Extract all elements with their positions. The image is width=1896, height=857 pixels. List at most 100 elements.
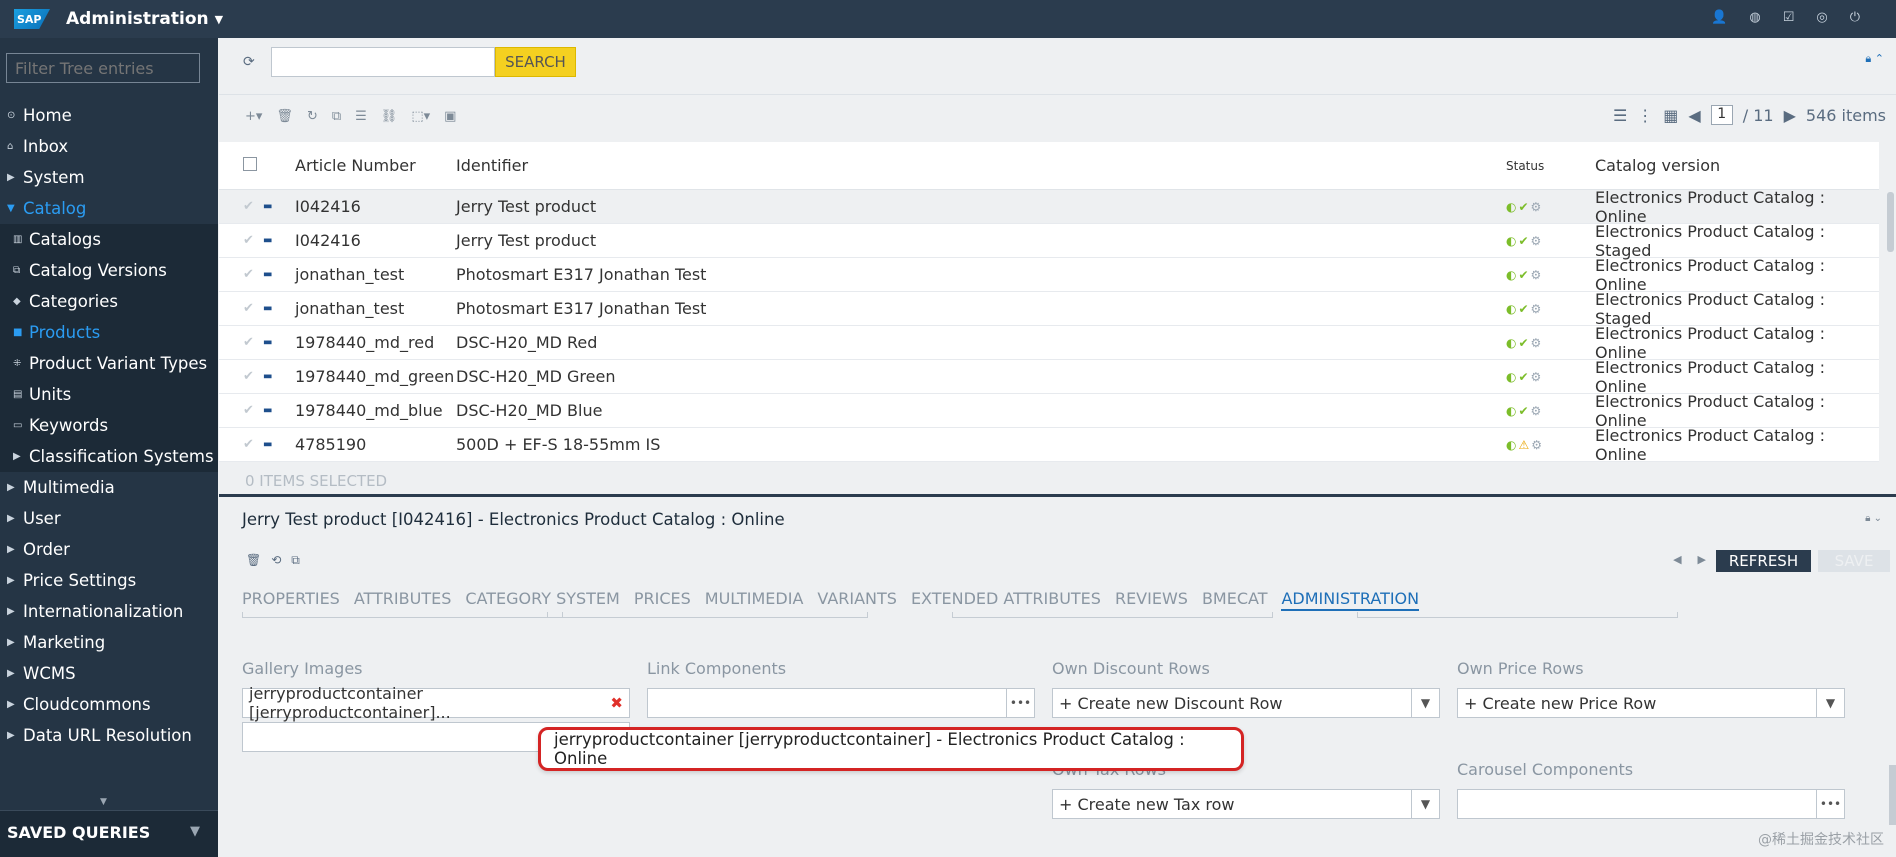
export-icon[interactable]: ⬚▾ [411,109,430,124]
table-row[interactable]: ✔ ▬ 4785190 500D + EF-S 18-55mm IS ◐⚠⚙ Electr… [219,426,1879,464]
chevron-down-icon[interactable]: ▼ [215,13,223,26]
sidebar-item-data-url-resolution[interactable]: ▶ Data URL Resolution [0,720,218,751]
sidebar-item-internationalization[interactable]: ▶ Internationalization [0,596,218,627]
tab-administration[interactable]: ADMINISTRATION [1281,589,1420,611]
sidebar-item-cloudcommons[interactable]: ▶ Cloudcommons [0,689,218,720]
column-status[interactable]: Status [1506,159,1595,173]
save-button[interactable]: SAVE [1818,550,1890,572]
row-checkbox[interactable]: ✔ [219,403,263,418]
user-icon[interactable]: 👤 [1711,10,1727,25]
table-row[interactable]: ✔ ▬ jonathan_test Photosmart E317 Jonathan … [219,290,1879,328]
own-discount-rows-select[interactable]: + Create new Discount Row ▼ [1052,688,1440,718]
row-checkbox[interactable]: ✔ [219,437,263,452]
table-row[interactable]: ✔ ▬ 1978440_md_red DSC-H20_MD Red ◐✔⚙ Electro… [219,324,1879,362]
gallery-images-field[interactable]: jerryproductcontainer [jerryproductconta… [242,684,630,722]
add-icon[interactable]: +▾ [245,109,262,124]
delete-icon[interactable]: 🗑︎ [276,109,293,124]
sidebar-item-catalogs[interactable]: ▥ Catalogs [0,224,218,255]
sidebar-item-system[interactable]: ▶ System [0,162,218,193]
sidebar-item-keywords[interactable]: ▭ Keywords [0,410,218,441]
sidebar-item-catalog[interactable]: ▼ Catalog [0,193,218,224]
prev-item-icon[interactable]: ◀ [1673,553,1681,566]
sync-icon[interactable]: ⟲ [271,553,281,568]
sidebar-item-wcms[interactable]: ▶ WCMS [0,658,218,689]
column-identifier[interactable]: Identifier [456,156,1506,175]
filter-icon[interactable]: ▼ [190,824,200,839]
power-icon[interactable]: ⏻ [1850,10,1860,25]
chevron-down-icon[interactable]: ▼ [1411,689,1439,717]
page-number-input[interactable]: 1 [1710,105,1733,125]
chevron-down-icon[interactable]: ▼ [1816,689,1844,717]
own-tax-rows-select[interactable]: + Create new Tax row ▼ [1052,789,1440,819]
edit-list-icon[interactable]: ☰ [355,109,367,124]
sidebar-item-units[interactable]: ▤ Units [0,379,218,410]
list-view-icon[interactable]: ☰ [1613,106,1627,125]
row-checkbox[interactable]: ✔ [219,301,263,316]
sidebar-item-product-variant-types[interactable]: ⁜ Product Variant Types [0,348,218,379]
editor-scrollbar[interactable] [1889,765,1896,825]
sidebar-item-marketing[interactable]: ▶ Marketing [0,627,218,658]
more-icon[interactable]: ••• [1816,790,1844,818]
tab-variants[interactable]: VARIANTS [817,589,897,611]
own-price-rows-select[interactable]: + Create new Price Row ▼ [1457,688,1845,718]
sidebar-item-home[interactable]: ⊙ Home [0,100,218,131]
collapse-icon[interactable]: 🔒︎ ⌃ [1865,52,1884,66]
tab-extended-attributes[interactable]: EXTENDED ATTRIBUTES [911,589,1101,611]
column-article-number[interactable]: Article Number [295,156,456,175]
sidebar-item-categories[interactable]: ◆ Categories [0,286,218,317]
table-row[interactable]: ✔ ▬ 1978440_md_blue DSC-H20_MD Blue ◐✔⚙ Elect… [219,392,1879,430]
tree-filter-input[interactable] [6,53,200,83]
column-catalog-version[interactable]: Catalog version [1595,156,1879,175]
prev-page-icon[interactable]: ◀ [1688,106,1700,125]
row-checkbox[interactable]: ✔ [219,267,263,282]
gallery-image-chip[interactable]: jerryproductcontainer [jerryproductconta… [249,684,629,722]
refresh-icon[interactable]: ↻ [307,109,318,124]
sidebar-item-products[interactable]: ■ Products [0,317,218,348]
table-row[interactable]: ✔ ▬ I042416 Jerry Test product ◐✔⚙ Electronic… [219,222,1879,260]
sidebar-item-order[interactable]: ▶ Order [0,534,218,565]
tab-reviews[interactable]: REVIEWS [1115,589,1188,611]
report-icon[interactable]: ▣ [444,109,456,124]
help-icon[interactable]: ◎ [1816,10,1827,25]
globe-icon[interactable]: ◍ [1749,10,1760,25]
clone-icon[interactable]: ⧉ [291,553,300,568]
next-item-icon[interactable]: ▶ [1698,553,1706,566]
tab-category-system[interactable]: CATEGORY SYSTEM [465,589,619,611]
sidebar-item-classification-systems[interactable]: ▶ Classification Systems [0,441,218,472]
select-all-checkbox[interactable] [243,156,257,171]
table-row[interactable]: ✔ ▬ I042416 Jerry Test product ◐✔⚙ Electronic… [219,188,1879,226]
task-icon[interactable]: ☑ [1783,10,1795,25]
next-page-icon[interactable]: ▶ [1784,106,1796,125]
advanced-search-icon[interactable]: ⟳ [243,54,255,70]
tab-bmecat[interactable]: BMECAT [1202,589,1268,611]
tab-prices[interactable]: PRICES [634,589,691,611]
row-checkbox[interactable]: ✔ [219,233,263,248]
link-icon[interactable]: ⛓︎ [381,109,398,124]
chevron-down-icon[interactable]: ▼ [1411,790,1439,818]
sidebar-item-user[interactable]: ▶ User [0,503,218,534]
resize-handle[interactable]: ▼ [100,797,107,807]
sidebar-item-catalog-versions[interactable]: ⧉ Catalog Versions [0,255,218,286]
app-title[interactable]: Administration [66,9,209,29]
row-checkbox[interactable]: ✔ [219,335,263,350]
row-checkbox[interactable]: ✔ [219,199,263,214]
refresh-button[interactable]: REFRESH [1716,550,1811,572]
table-row[interactable]: ✔ ▬ jonathan_test Photosmart E317 Jonathan … [219,256,1879,294]
carousel-components-field[interactable]: ••• [1457,789,1845,819]
sidebar-item-inbox[interactable]: ⌂ Inbox [0,131,218,162]
table-row[interactable]: ✔ ▬ 1978440_md_green DSC-H20_MD Green ◐✔⚙ Ele… [219,358,1879,396]
link-components-field[interactable]: ••• [647,688,1035,718]
search-button[interactable]: SEARCH [495,47,576,77]
row-checkbox[interactable]: ✔ [219,369,263,384]
sidebar-item-price-settings[interactable]: ▶ Price Settings [0,565,218,596]
tab-attributes[interactable]: ATTRIBUTES [354,589,452,611]
saved-queries-header[interactable]: SAVED QUERIES ▼ [0,810,218,857]
grid-view-icon[interactable]: ▦ [1663,106,1678,125]
collapse-icon[interactable]: 🔒︎ ⌄ [1865,513,1882,524]
sidebar-item-multimedia[interactable]: ▶ Multimedia [0,472,218,503]
tab-properties[interactable]: PROPERTIES [242,589,340,611]
remove-icon[interactable]: ✖ [610,694,623,712]
tree-view-icon[interactable]: ⋮ [1637,106,1653,125]
tab-multimedia[interactable]: MULTIMEDIA [705,589,804,611]
search-input[interactable] [271,47,495,77]
